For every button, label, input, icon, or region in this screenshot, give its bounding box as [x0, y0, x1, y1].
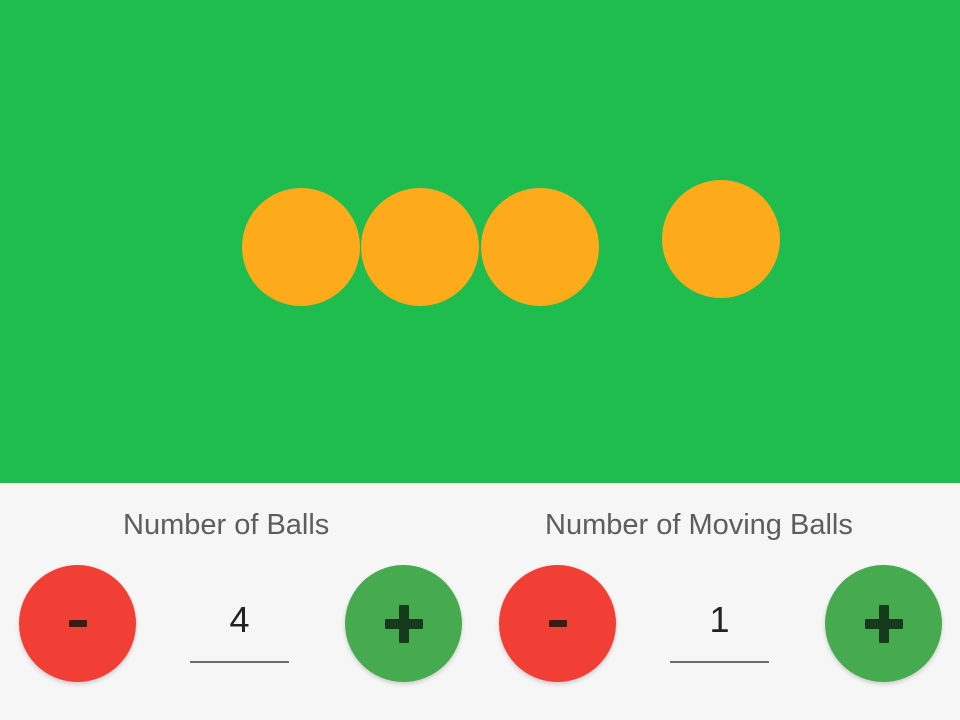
increase-moving-balls-button[interactable]: [825, 565, 942, 682]
number-of-moving-balls-control: Number of Moving Balls 1: [480, 483, 960, 720]
minus-icon: [548, 620, 567, 627]
control-panel: Number of Balls 4 Number of Moving Balls…: [0, 483, 960, 720]
decrease-balls-button[interactable]: [19, 565, 136, 682]
plus-icon: [864, 604, 903, 643]
ball: [662, 180, 780, 298]
ball: [242, 188, 360, 306]
moving-balls-count-field[interactable]: 1: [670, 599, 769, 663]
ball: [481, 188, 599, 306]
minus-icon: [68, 620, 87, 627]
number-of-balls-label: Number of Balls: [123, 509, 330, 541]
decrease-moving-balls-button[interactable]: [499, 565, 616, 682]
number-of-moving-balls-label: Number of Moving Balls: [545, 509, 853, 541]
ball-stage: [0, 0, 960, 483]
increase-balls-button[interactable]: [345, 565, 462, 682]
ball: [361, 188, 479, 306]
balls-count-field[interactable]: 4: [190, 599, 289, 663]
plus-icon: [384, 604, 423, 643]
number-of-balls-control: Number of Balls 4: [0, 483, 480, 720]
